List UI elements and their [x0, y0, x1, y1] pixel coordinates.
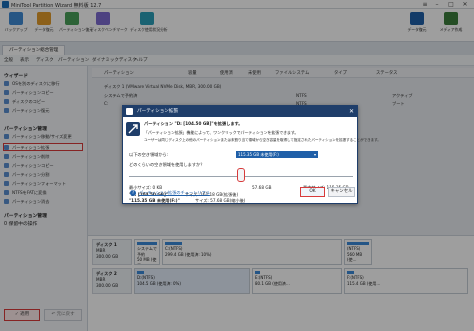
- dialog-heading: パーティション "D: [104.50 GB]"を拡張します。: [144, 121, 243, 126]
- dialog-close-icon[interactable]: ✕: [349, 106, 354, 117]
- ok-button[interactable]: OK: [300, 187, 325, 197]
- slider-value: 57.68 GB: [252, 185, 272, 190]
- chevron-down-icon: ▾: [313, 152, 316, 157]
- take-space-label: 以下の空き領域から:: [129, 152, 169, 157]
- extend-partition-icon: [126, 122, 140, 136]
- dialog-desc2: ユーザーは同じディスク上の他のパーティションまたは未割り当て領域から空き容量を取…: [144, 138, 381, 142]
- space-slider-handle[interactable]: [237, 168, 245, 182]
- tutorial-link[interactable]: パーティション拡張のチュートリアル: [139, 190, 210, 196]
- dialog-desc1: 「パーティション拡張」機能によって、ワンクリックでパーティションを拡張できます。: [144, 130, 299, 135]
- take-space-select[interactable]: 115.35 GB 未使用(F:) ▾: [236, 151, 318, 158]
- source-partition: "115.35 GB 未使用(F:)": [129, 198, 180, 203]
- dialog-title: パーティション拡張: [123, 106, 357, 117]
- dialog-title-icon: [126, 108, 133, 115]
- cancel-button[interactable]: キャンセル: [328, 187, 355, 197]
- how-much-label: どのくらいの空き領域を使用しますか？: [129, 162, 205, 167]
- extend-partition-dialog: パーティション拡張 ✕ パーティション "D: [104.50 GB]"を拡張し…: [122, 105, 381, 204]
- source-new-size: サイズ: 57.68 GB(縮小後): [195, 198, 246, 203]
- help-icon[interactable]: ?: [130, 190, 136, 196]
